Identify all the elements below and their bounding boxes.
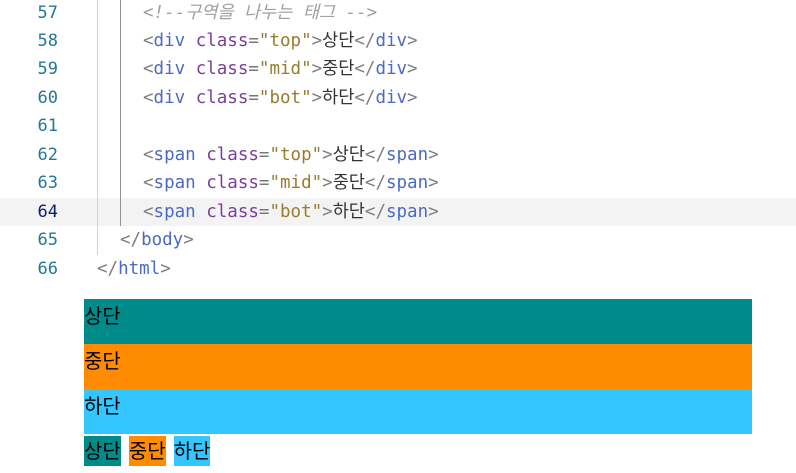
tag-name: span (385, 145, 429, 165)
element-text: 상단 (332, 145, 365, 165)
tag-bracket: > (428, 173, 439, 193)
line-number: 63 (37, 173, 58, 193)
div-top-block: 상단 (84, 299, 752, 344)
tag-bracket: > (407, 31, 418, 51)
tag-bracket: </ (120, 230, 142, 250)
tag-bracket: > (322, 173, 333, 193)
tag-bracket: > (311, 59, 323, 79)
attribute-name: class (195, 202, 259, 222)
span-bot: 하단 (173, 436, 211, 466)
tag-bracket: </ (364, 173, 386, 193)
line-number: 59 (37, 59, 58, 79)
code-content: <div class="top">상단</div> (143, 27, 418, 55)
tag-bracket: </ (354, 31, 376, 51)
tag-bracket: > (322, 202, 333, 222)
attribute-name: class (185, 59, 249, 79)
tag-bracket: > (311, 88, 323, 108)
element-text: 하단 (332, 202, 365, 222)
tag-name: div (153, 88, 186, 108)
tag-bracket: < (143, 31, 154, 51)
line-number: 64 (37, 202, 58, 222)
tag-name: span (153, 145, 196, 165)
tag-name: span (153, 202, 196, 222)
tag-bracket: > (183, 230, 194, 250)
line-number: 65 (37, 230, 58, 250)
tag-bracket: < (143, 88, 154, 108)
line-number: 57 (37, 3, 58, 23)
indent-guide-active (120, 0, 121, 226)
tag-name: div (375, 88, 408, 108)
equals-sign: = (258, 173, 270, 193)
indent-guide (97, 0, 98, 255)
line-number: 60 (37, 88, 58, 108)
attribute-value: "bot" (269, 202, 323, 222)
span-mid: 중단 (128, 436, 166, 466)
attribute-value: "top" (258, 31, 312, 51)
tag-bracket: > (407, 88, 418, 108)
code-editor[interactable]: 57 <!--구역을 나누는 태그 --> 58 <div class="top… (0, 0, 796, 285)
tag-name: body (141, 230, 184, 250)
code-line[interactable]: 66 </html> (0, 255, 796, 283)
equals-sign: = (258, 202, 270, 222)
tag-bracket: < (143, 145, 154, 165)
line-number: 58 (37, 31, 58, 51)
tag-bracket: </ (354, 59, 376, 79)
tag-bracket: > (322, 145, 333, 165)
tag-bracket: > (311, 31, 323, 51)
tag-name: html (118, 259, 161, 279)
tag-bracket: </ (364, 145, 386, 165)
tag-name: span (153, 173, 196, 193)
tag-bracket: > (160, 259, 171, 279)
attribute-value: "mid" (269, 173, 323, 193)
element-text: 중단 (332, 173, 365, 193)
div-bot-block: 하단 (84, 389, 752, 434)
tag-name: div (153, 31, 186, 51)
tag-bracket: </ (97, 259, 119, 279)
tag-bracket: < (143, 173, 154, 193)
tag-name: span (385, 202, 429, 222)
div-mid-block: 중단 (84, 344, 752, 389)
span-row: 상단 중단 하단 (84, 436, 218, 466)
line-number: 66 (37, 259, 58, 279)
tag-bracket: > (407, 59, 418, 79)
attribute-name: class (185, 31, 249, 51)
code-content: <!--구역을 나누는 태그 --> (143, 0, 377, 27)
tag-bracket: </ (354, 88, 376, 108)
render-preview: 상단 중단 하단 (84, 299, 752, 434)
line-number: 62 (37, 145, 58, 165)
line-number: 61 (37, 116, 58, 136)
attribute-value: "mid" (258, 59, 312, 79)
equals-sign: = (248, 31, 259, 51)
equals-sign: = (258, 145, 270, 165)
tag-bracket: > (428, 145, 439, 165)
attribute-name: class (185, 88, 249, 108)
tag-name: div (375, 31, 408, 51)
tag-bracket: < (143, 59, 154, 79)
tag-bracket: < (143, 202, 154, 222)
html-comment: <!--구역을 나누는 태그 --> (143, 3, 378, 23)
span-top: 상단 (84, 436, 121, 466)
tag-name: div (375, 59, 408, 79)
element-text: 하단 (322, 88, 355, 108)
attribute-value: "top" (269, 145, 323, 165)
tag-name: div (153, 59, 186, 79)
attribute-name: class (195, 145, 259, 165)
element-text: 중단 (322, 59, 355, 79)
code-content: <span class="bot">하단</span> (143, 198, 439, 226)
code-content: <span class="mid">중단</span> (143, 169, 439, 197)
equals-sign: = (248, 88, 259, 108)
attribute-name: class (195, 173, 259, 193)
code-content: <span class="top">상단</span> (143, 141, 439, 169)
attribute-value: "bot" (258, 88, 312, 108)
code-content: <div class="mid">중단</div> (143, 55, 418, 83)
code-content: </body> (120, 226, 194, 254)
code-content: </html> (97, 255, 171, 283)
equals-sign: = (248, 59, 259, 79)
tag-bracket: > (428, 202, 439, 222)
tag-name: span (385, 173, 429, 193)
code-line[interactable]: 65 </body> (0, 226, 796, 254)
code-content: <div class="bot">하단</div> (143, 84, 418, 112)
element-text: 상단 (322, 31, 355, 51)
tag-bracket: </ (364, 202, 386, 222)
